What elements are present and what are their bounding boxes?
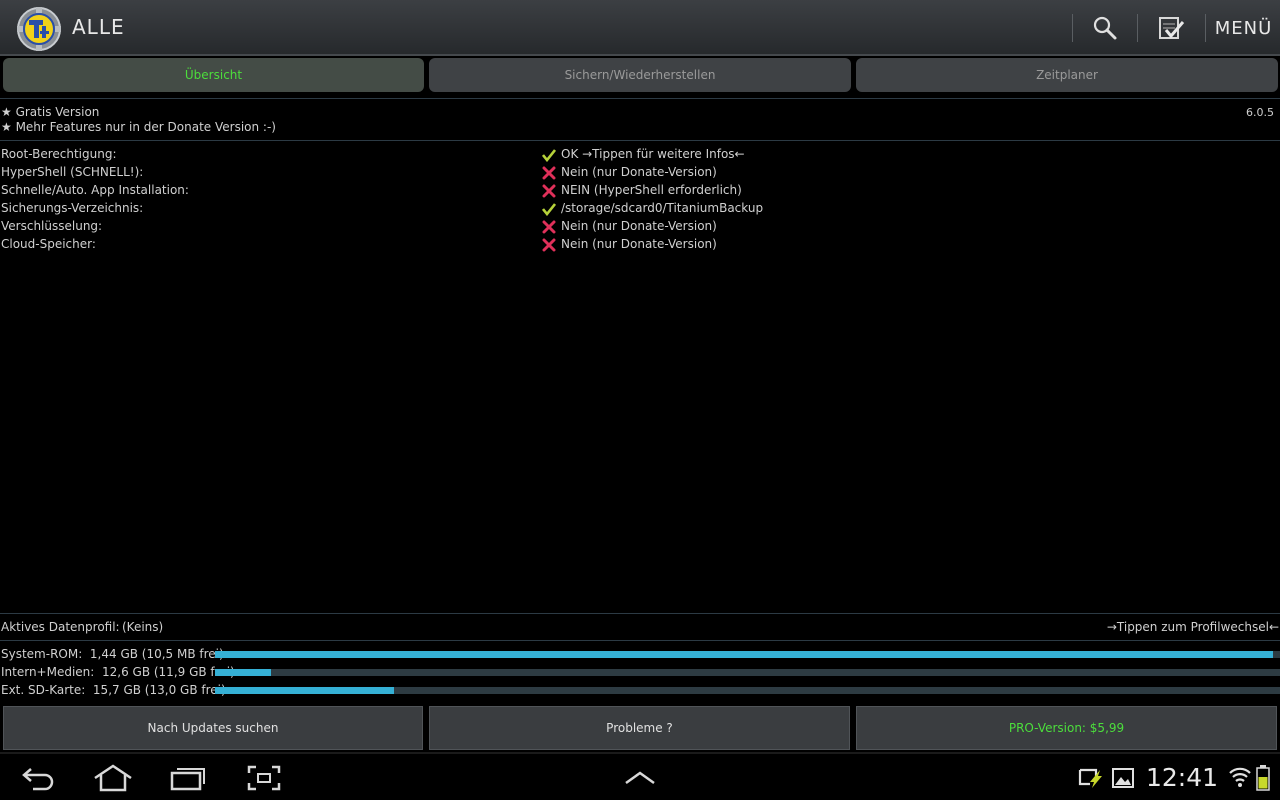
check-icon <box>542 203 556 216</box>
system-navigation-bar: 12:41 <box>0 752 1280 800</box>
screenshot-icon <box>247 765 281 791</box>
storage-usage-bar <box>215 651 1280 658</box>
status-row-cloud[interactable]: Cloud-Speicher: Nein (nur Donate-Version… <box>0 236 1280 254</box>
status-row-auto-install[interactable]: Schnelle/Auto. App Installation: NEIN (H… <box>0 182 1280 200</box>
profile-value: (Keins) <box>122 620 164 634</box>
menu-label: MENÜ <box>1214 17 1273 39</box>
status-label: Verschlüsselung: <box>1 219 103 233</box>
tab-backup-restore[interactable]: Sichern/Wiederherstellen <box>429 58 851 92</box>
clock[interactable]: 12:41 <box>1146 763 1218 792</box>
action-bar: ALLE MENÜ <box>0 0 1280 56</box>
actionbar-divider <box>1205 14 1206 42</box>
gallery-notification-icon[interactable] <box>1111 767 1135 789</box>
back-icon <box>22 768 54 791</box>
storage-label: System-ROM: 1,44 GB (10,5 MB frei) <box>1 647 224 661</box>
storage-label: Intern+Medien: 12,6 GB (11,9 GB frei) <box>1 665 235 679</box>
status-row-hypershell[interactable]: HyperShell (SCHNELL!): Nein (nur Donate-… <box>0 164 1280 182</box>
tab-label: Sichern/Wiederherstellen <box>564 68 716 82</box>
status-value: NEIN (HyperShell erforderlich) <box>561 183 742 197</box>
screenshot-button[interactable] <box>244 754 284 800</box>
storage-usage-fill <box>215 651 1273 658</box>
cross-icon <box>542 238 556 252</box>
status-row-backup-folder[interactable]: Sicherungs-Verzeichnis: /storage/sdcard0… <box>0 200 1280 218</box>
recent-apps-button[interactable] <box>168 754 208 800</box>
storage-usage-fill <box>215 669 272 676</box>
screen-title[interactable]: ALLE <box>72 15 125 39</box>
storage-usage-bar <box>215 687 1280 694</box>
cross-icon <box>542 220 556 234</box>
free-version-note[interactable]: ★ Gratis Version <box>1 105 99 119</box>
cross-icon <box>542 166 556 180</box>
storage-usage-bar <box>215 669 1280 676</box>
home-button[interactable] <box>90 754 136 800</box>
check-icon <box>542 149 556 162</box>
storage-row-sdcard: Ext. SD-Karte: 15,7 GB (13,0 GB frei) <box>0 682 1280 700</box>
storage-usage-fill <box>215 687 394 694</box>
app-version: 6.0.5 <box>1246 106 1274 119</box>
divider <box>0 140 1280 141</box>
status-label: Cloud-Speicher: <box>1 237 96 251</box>
button-label: Nach Updates suchen <box>147 721 279 735</box>
batch-actions-button[interactable] <box>1139 0 1203 56</box>
button-label: Probleme ? <box>606 721 673 735</box>
button-label: PRO-Version: $5,99 <box>1008 721 1125 735</box>
divider <box>0 640 1280 641</box>
tab-overview[interactable]: Übersicht <box>3 58 424 92</box>
divider <box>0 98 1280 99</box>
pro-version-button[interactable]: PRO-Version: $5,99 <box>856 706 1277 750</box>
divider <box>0 613 1280 614</box>
recent-apps-icon <box>170 768 205 791</box>
status-value: Nein (nur Donate-Version) <box>561 165 717 179</box>
status-row-encryption[interactable]: Verschlüsselung: Nein (nur Donate-Versio… <box>0 218 1280 236</box>
titanium-backup-logo[interactable] <box>16 6 62 52</box>
tab-scheduler[interactable]: Zeitplaner <box>856 58 1278 92</box>
actionbar-divider <box>1137 14 1138 42</box>
status-value: Nein (nur Donate-Version) <box>561 237 717 251</box>
storage-label: Ext. SD-Karte: 15,7 GB (13,0 GB frei) <box>1 683 226 697</box>
menu-button[interactable]: MENÜ <box>1207 0 1280 56</box>
search-button[interactable] <box>1074 0 1136 56</box>
status-row-root[interactable]: Root-Berechtigung: OK →Tippen für weiter… <box>0 146 1280 164</box>
actionbar-divider <box>1072 14 1073 42</box>
quick-panel-button[interactable] <box>620 754 660 800</box>
status-label: Sicherungs-Verzeichnis: <box>1 201 144 215</box>
profile-label: Aktives Datenprofil: <box>1 620 120 634</box>
tab-label: Zeitplaner <box>1036 68 1098 82</box>
search-icon <box>1093 16 1117 40</box>
up-arrow-icon <box>625 771 655 785</box>
status-value: /storage/sdcard0/TitaniumBackup <box>561 201 764 215</box>
sync-notification-icon[interactable] <box>1076 766 1104 790</box>
check-updates-button[interactable]: Nach Updates suchen <box>3 706 423 750</box>
tab-label: Übersicht <box>184 68 243 82</box>
status-label: HyperShell (SCHNELL!): <box>1 165 144 179</box>
status-label: Schnelle/Auto. App Installation: <box>1 183 189 197</box>
batch-check-icon <box>1159 17 1185 39</box>
back-button[interactable] <box>18 754 60 800</box>
storage-row-internal: Intern+Medien: 12,6 GB (11,9 GB frei) <box>0 664 1280 682</box>
status-value: OK →Tippen für weitere Infos← <box>561 147 745 161</box>
wifi-icon <box>1229 767 1251 787</box>
profile-switch-hint[interactable]: →Tippen zum Profilwechsel← <box>1107 620 1279 634</box>
battery-icon <box>1256 765 1270 791</box>
status-value: Nein (nur Donate-Version) <box>561 219 717 233</box>
problems-button[interactable]: Probleme ? <box>429 706 850 750</box>
storage-row-system: System-ROM: 1,44 GB (10,5 MB frei) <box>0 646 1280 664</box>
cross-icon <box>542 184 556 198</box>
donate-features-note[interactable]: ★ Mehr Features nur in der Donate Versio… <box>1 120 276 134</box>
home-icon <box>94 764 132 792</box>
status-label: Root-Berechtigung: <box>1 147 117 161</box>
